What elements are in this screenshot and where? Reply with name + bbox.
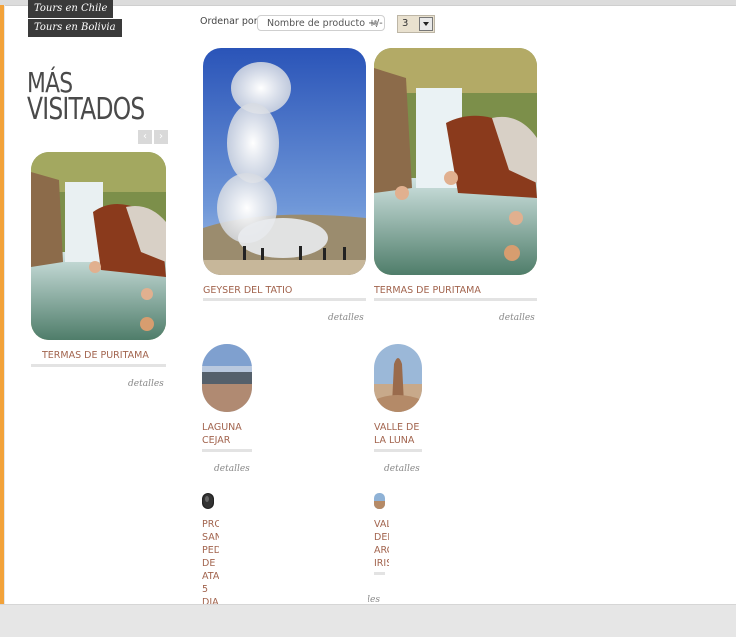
chevron-down-icon[interactable] (419, 17, 433, 31)
product-divider-geyser (203, 298, 366, 301)
sort-caret-icon: ♣ (371, 19, 379, 28)
product-divider-laguna (202, 449, 252, 452)
product-details-link-laguna[interactable]: detalles (214, 464, 250, 474)
chevron-left-icon: ‹ (143, 131, 147, 142)
quantity-select-value: 3 (402, 18, 409, 29)
product-details-link-valle-luna[interactable]: detalles (384, 464, 420, 474)
quantity-select[interactable]: 3 (397, 15, 435, 33)
product-title-programa[interactable]: PROGRAMA SAN PEDRO DE ATACAMA 5 DIAS (202, 518, 219, 604)
product-image-programa[interactable] (202, 493, 214, 509)
product-image-valle-arcoiris[interactable] (374, 493, 385, 509)
featured-product-title[interactable]: TERMAS DE PURITAMA (42, 349, 167, 362)
bottom-status-bar (0, 604, 736, 637)
sidebar-heading-line2: VISITADOS (27, 92, 145, 127)
sort-select-value: Nombre de producto +/- (267, 18, 383, 29)
product-title-valle-arcoiris[interactable]: VALLE DEL ARCO IRIS (374, 518, 389, 570)
featured-product-image[interactable] (31, 152, 166, 340)
product-title-puritama[interactable]: TERMAS DE PURITAMA (374, 284, 537, 297)
left-divider (4, 5, 5, 604)
product-details-link-geyser[interactable]: detalles (328, 313, 364, 323)
menu-item-tours-bolivia[interactable]: Tours en Bolivia (28, 19, 122, 37)
product-divider-valle-arcoiris (374, 572, 385, 575)
featured-divider (31, 364, 166, 367)
carousel-prev-button[interactable]: ‹ (138, 130, 152, 144)
chevron-right-icon: › (159, 131, 163, 142)
carousel-next-button[interactable]: › (154, 130, 168, 144)
sort-label: Ordenar por (200, 16, 258, 27)
product-title-valle-luna[interactable]: VALLE DE LA LUNA (374, 421, 424, 447)
menu-item-tours-chile[interactable]: Tours en Chile (28, 0, 114, 18)
product-title-laguna[interactable]: LAGUNA CEJAR (202, 421, 254, 447)
product-divider-valle-luna (374, 449, 422, 452)
product-image-laguna[interactable] (202, 344, 252, 412)
product-image-geyser[interactable] (203, 48, 366, 275)
product-divider-puritama (374, 298, 537, 301)
product-image-valle-luna[interactable] (374, 344, 422, 412)
product-image-puritama[interactable] (374, 48, 537, 275)
product-details-link-puritama[interactable]: detalles (499, 313, 535, 323)
featured-details-link[interactable]: detalles (128, 379, 164, 389)
sort-select[interactable]: Nombre de producto +/- ♣ (257, 15, 385, 31)
product-title-geyser[interactable]: GEYSER DEL TATIO (203, 284, 366, 297)
